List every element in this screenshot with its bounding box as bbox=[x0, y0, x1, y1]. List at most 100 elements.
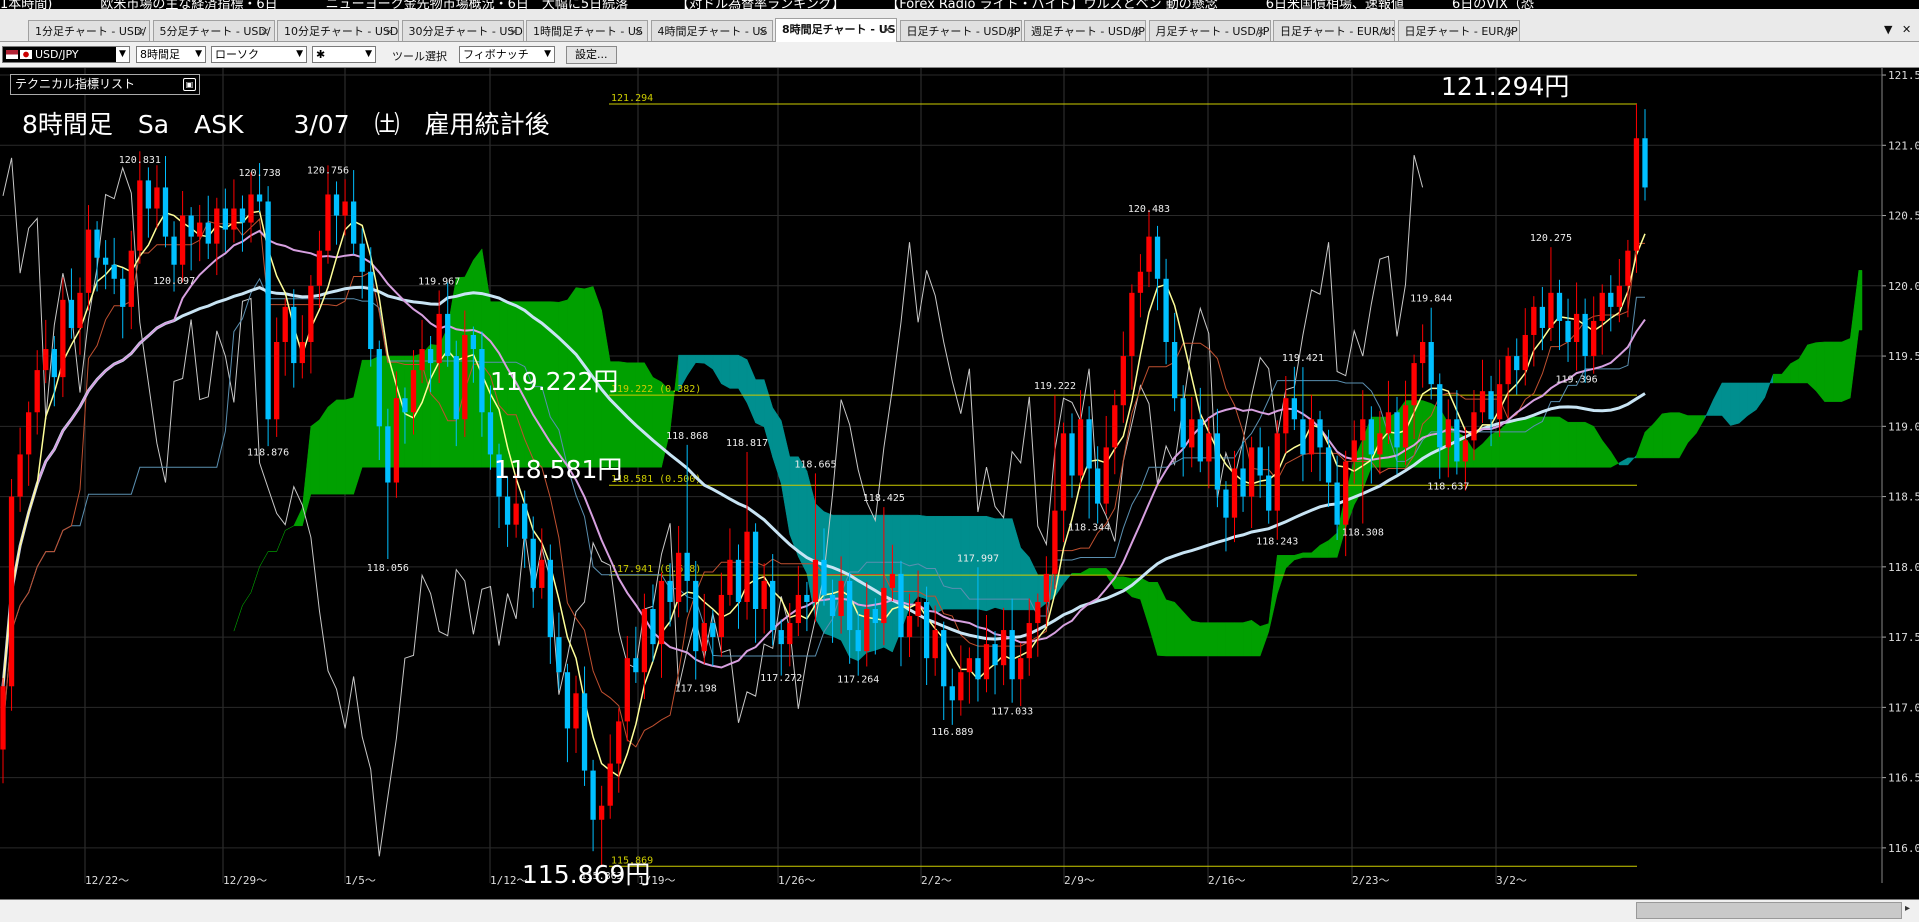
ichimoku-cloud bbox=[1627, 454, 1637, 466]
candle-body bbox=[581, 693, 588, 771]
chart-tab[interactable]: 30分足チャート - USD, × bbox=[401, 20, 524, 41]
ichimoku-cloud bbox=[1182, 610, 1192, 657]
tab-label: 月足チャート - USD/JP bbox=[1155, 25, 1270, 38]
chart-tab[interactable]: 5分足チャート - USD/× bbox=[152, 20, 275, 41]
marker-select[interactable]: ✱ ▼ bbox=[312, 46, 376, 63]
candle-body bbox=[385, 426, 391, 483]
chart-tab[interactable]: 1時間足チャート - US × bbox=[526, 20, 648, 41]
price-marker-label: 120.097 bbox=[153, 276, 195, 287]
chart-tab[interactable]: 1分足チャート - USD/× bbox=[28, 20, 150, 41]
candle-body bbox=[1223, 489, 1229, 518]
close-window-icon[interactable]: ✕ bbox=[1902, 23, 1911, 36]
tab-label: 1分足チャート - USD/ bbox=[35, 25, 147, 38]
ticker-headline[interactable]: ニューヨーク金先物市場概況・6日 大幅に5日続落 bbox=[326, 0, 629, 9]
low-price-annotation: 115.869円 bbox=[522, 860, 651, 889]
collapse-icon[interactable]: ▣ bbox=[183, 78, 196, 91]
ticker-headline[interactable]: 1本時間) bbox=[0, 0, 52, 9]
candle-body bbox=[1368, 419, 1374, 455]
tab-list-dropdown-icon[interactable]: ▼ bbox=[1884, 23, 1892, 36]
chart-tab[interactable]: 10分足チャート - USD, × bbox=[277, 20, 399, 41]
tab-close-icon[interactable]: × bbox=[883, 19, 892, 40]
scroll-right-icon[interactable]: ▸ bbox=[1905, 903, 1910, 914]
settings-button[interactable]: 設定... bbox=[566, 46, 617, 64]
candle-body bbox=[43, 349, 49, 371]
ichimoku-cloud bbox=[755, 379, 765, 428]
ichimoku-cloud bbox=[644, 361, 654, 468]
candle-body bbox=[958, 672, 964, 701]
ichimoku-cloud bbox=[1790, 358, 1800, 384]
chart-tab[interactable]: 週足チャート - USD/JP × bbox=[1024, 20, 1146, 41]
ichimoku-cloud bbox=[1473, 443, 1483, 468]
tab-close-icon[interactable]: × bbox=[509, 21, 518, 41]
candle-body bbox=[812, 559, 819, 602]
candle-body bbox=[1565, 320, 1571, 343]
ichimoku-cloud bbox=[1148, 582, 1158, 656]
tab-close-icon[interactable]: × bbox=[1007, 21, 1016, 41]
chart-canvas[interactable]: 12/22～ 12/29～ 1/5～ 1/12～ 1/19～ 1/26～ 2/2～ 2/9～ 2… bbox=[0, 68, 1919, 899]
candle-body bbox=[539, 559, 545, 588]
candle-body bbox=[1351, 440, 1357, 462]
tab-close-icon[interactable]: × bbox=[1132, 21, 1141, 41]
news-ticker[interactable]: 1本時間) 欧米市場の主な経済指標・6日 ニューヨーク金先物市場概況・6日 大幅に5… bbox=[0, 0, 1919, 9]
scroll-thumb[interactable] bbox=[1636, 902, 1902, 919]
candle-body bbox=[1385, 412, 1392, 434]
chart-tab[interactable]: 8時間足チャート - US × bbox=[775, 18, 897, 42]
drawing-tool-select[interactable]: フィボナッチ ▼ bbox=[459, 46, 555, 63]
candle-body bbox=[1548, 292, 1554, 328]
ticker-headline[interactable]: 6日米国債相場、速報値 bbox=[1266, 0, 1404, 9]
candle-body bbox=[1137, 271, 1144, 293]
drawing-tool-value: フィボナッチ bbox=[463, 48, 529, 61]
ticker-headline[interactable]: 6日のVIX（恐 bbox=[1452, 0, 1534, 9]
ticker-headline[interactable]: 【対ドル為替率ランキング】 bbox=[676, 0, 845, 9]
candle-body bbox=[1197, 419, 1203, 462]
chart-type-value: ローソク bbox=[215, 48, 259, 61]
candle-body bbox=[829, 594, 836, 617]
chart-tab[interactable]: 日足チャート - USD/JP × bbox=[899, 20, 1022, 41]
ichimoku-cloud bbox=[1584, 421, 1594, 468]
y-tick-label: 120.00 bbox=[1888, 280, 1919, 293]
indicator-list-panel[interactable]: テクニカル指標リスト ▣ bbox=[10, 74, 200, 95]
fib500-price-annotation: 118.581円 bbox=[494, 455, 623, 484]
chart-title-annotation: 8時間足 Sa ASK 3/07 ㈯ 雇用統計後 bbox=[22, 110, 550, 139]
tab-label: 10分足チャート - USD, bbox=[284, 25, 399, 38]
tab-close-icon[interactable]: × bbox=[758, 21, 767, 41]
price-marker-label: 118.637 bbox=[1427, 481, 1469, 492]
tab-close-icon[interactable]: × bbox=[634, 21, 643, 41]
ticker-headline[interactable]: 【Forex Radio ライト・バイト】ウルスとベン 動の懸念 bbox=[893, 0, 1218, 9]
ichimoku-cloud bbox=[1670, 412, 1680, 459]
tab-close-icon[interactable]: × bbox=[1505, 21, 1514, 41]
candle-body bbox=[522, 503, 528, 539]
period-select[interactable]: 8時間足 ▼ bbox=[136, 46, 206, 63]
chart-tab[interactable]: 日足チャート - EUR/JP × bbox=[1397, 20, 1520, 41]
candle-body bbox=[1248, 447, 1255, 497]
ichimoku-cloud bbox=[1011, 518, 1021, 611]
ichimoku-cloud bbox=[1174, 601, 1184, 657]
tab-close-icon[interactable]: × bbox=[1256, 21, 1265, 41]
symbol-select[interactable]: USD/JPY ▼ bbox=[2, 46, 130, 63]
fibonacci-level-label: 119.222 (0.382) bbox=[611, 384, 701, 395]
candle-body bbox=[701, 623, 707, 652]
chart-tab[interactable]: 4時間足チャート - US × bbox=[650, 20, 773, 41]
candle-body bbox=[1095, 468, 1101, 504]
horizontal-scrollbar[interactable]: ▸ bbox=[0, 899, 1919, 922]
price-marker-label: 118.056 bbox=[367, 563, 409, 574]
tab-close-icon[interactable]: × bbox=[136, 21, 145, 41]
candle-body bbox=[752, 531, 759, 609]
ichimoku-cloud bbox=[917, 514, 927, 600]
candle-body bbox=[872, 608, 878, 624]
ichimoku-cloud bbox=[1516, 417, 1526, 468]
candle-body bbox=[513, 503, 519, 525]
candle-body bbox=[402, 398, 408, 413]
candle-body bbox=[1411, 363, 1417, 406]
chart-tab[interactable]: 月足チャート - USD/JP × bbox=[1148, 20, 1271, 41]
candlestick-chart[interactable]: 12/22～ 12/29～ 1/5～ 1/12～ 1/19～ 1/26～ 2/2～ 2/9～ 2… bbox=[0, 68, 1919, 899]
candle-body bbox=[718, 594, 725, 638]
chart-type-select[interactable]: ローソク ▼ bbox=[211, 46, 307, 63]
chart-tab[interactable]: 日足チャート - EUR/US × bbox=[1273, 20, 1395, 41]
tab-close-icon[interactable]: × bbox=[385, 21, 394, 41]
tab-close-icon[interactable]: × bbox=[260, 21, 269, 41]
candle-body bbox=[1488, 391, 1494, 420]
y-tick-label: 121.50 bbox=[1888, 69, 1919, 82]
tab-close-icon[interactable]: × bbox=[1381, 21, 1390, 41]
ticker-headline[interactable]: 欧米市場の主な経済指標・6日 bbox=[100, 0, 277, 9]
